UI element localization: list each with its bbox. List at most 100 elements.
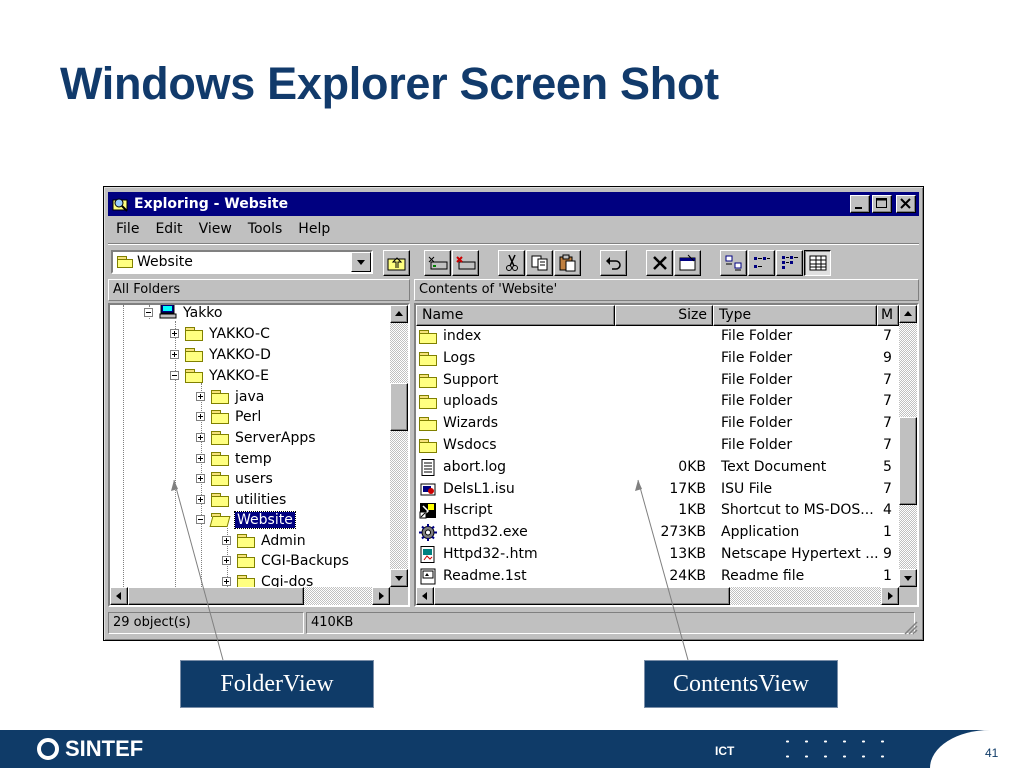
address-combobox[interactable]: Website — [111, 250, 373, 274]
file-type: Netscape Hypertext ... — [721, 546, 879, 562]
column-size-header[interactable]: Size — [615, 305, 713, 326]
expand-icon[interactable] — [196, 433, 205, 442]
collapse-icon[interactable] — [170, 371, 179, 380]
tree-item-temp[interactable]: temp — [196, 448, 272, 469]
file-row[interactable]: Httpd32-.htm 13KB Netscape Hypertext ... 9 — [416, 544, 896, 565]
scroll-thumb[interactable] — [128, 587, 304, 605]
scroll-left-button[interactable] — [416, 587, 434, 605]
scroll-down-button[interactable] — [390, 569, 408, 587]
menu-view[interactable]: View — [191, 221, 240, 237]
properties-button[interactable] — [674, 250, 701, 276]
tree-item-yakko[interactable]: Yakko — [144, 305, 222, 323]
small-icons-button[interactable] — [748, 250, 775, 276]
footer-brand: SINTEF — [65, 736, 144, 761]
collapse-icon[interactable] — [196, 515, 205, 524]
expand-icon[interactable] — [196, 474, 205, 483]
file-row[interactable]: Logs File Folder 9 — [416, 348, 896, 369]
expand-icon[interactable] — [196, 495, 205, 504]
file-row[interactable]: Wizards File Folder 7 — [416, 413, 896, 434]
collapse-icon[interactable] — [144, 308, 153, 317]
contents-vertical-scrollbar[interactable] — [899, 305, 917, 587]
disconnect-drive-icon — [455, 256, 475, 270]
column-type-header[interactable]: Type — [713, 305, 877, 326]
tree-item-admin[interactable]: Admin — [222, 530, 306, 551]
file-row[interactable]: Support File Folder 7 — [416, 370, 896, 391]
file-row[interactable]: DelsL1.isu 17KB ISU File 7 — [416, 479, 896, 500]
file-row[interactable]: Wsdocs File Folder 7 — [416, 435, 896, 456]
resize-grip-icon[interactable] — [904, 621, 918, 635]
undo-icon — [605, 257, 621, 270]
list-button[interactable] — [776, 250, 803, 276]
tree-item-cgi-backups[interactable]: CGI-Backups — [222, 550, 349, 571]
tree-item-java[interactable]: java — [196, 386, 264, 407]
scroll-up-button[interactable] — [390, 305, 408, 323]
disconnect-drive-button[interactable] — [452, 250, 479, 276]
tree-item-website[interactable]: Website — [196, 509, 296, 530]
tree-item-perl[interactable]: Perl — [196, 406, 261, 427]
menu-tools[interactable]: Tools — [240, 221, 291, 237]
cut-button[interactable] — [498, 250, 525, 276]
copy-button[interactable] — [526, 250, 553, 276]
file-row[interactable]: abort.log 0KB Text Document 5 — [416, 457, 896, 478]
isu-file-icon — [419, 481, 437, 498]
maximize-button[interactable] — [872, 195, 892, 213]
scroll-thumb[interactable] — [434, 587, 730, 605]
tree-item-users[interactable]: users — [196, 468, 273, 489]
details-button[interactable] — [804, 250, 831, 276]
file-type: Shortcut to MS-DOS... — [721, 502, 874, 519]
scroll-thumb[interactable] — [899, 417, 917, 505]
tree-horizontal-scrollbar[interactable] — [110, 587, 390, 605]
expand-icon[interactable] — [222, 577, 231, 586]
contents-horizontal-scrollbar[interactable] — [416, 587, 899, 605]
tree-item-serverapps[interactable]: ServerApps — [196, 427, 316, 448]
file-name: Wizards — [443, 415, 499, 432]
tree-item-yakko-c[interactable]: YAKKO-C — [170, 323, 270, 344]
tree-label: java — [235, 388, 265, 405]
scroll-down-button[interactable] — [899, 569, 917, 587]
file-row[interactable]: httpd32.exe 273KB Application 1 — [416, 522, 896, 543]
tree-item-yakko-e[interactable]: YAKKO-E — [170, 365, 269, 386]
scroll-left-button[interactable] — [110, 587, 128, 605]
file-row[interactable]: Readme.1st 24KB Readme file 1 — [416, 566, 896, 587]
large-icons-button[interactable] — [720, 250, 747, 276]
file-name: Logs — [443, 349, 476, 366]
menu-help[interactable]: Help — [290, 221, 338, 237]
address-dropdown-button[interactable] — [351, 252, 371, 272]
menu-edit[interactable]: Edit — [147, 221, 190, 237]
undo-button[interactable] — [600, 250, 627, 276]
file-row[interactable]: uploads File Folder 7 — [416, 391, 896, 412]
tree-item-utilities[interactable]: utilities — [196, 489, 286, 510]
scroll-right-button[interactable] — [372, 587, 390, 605]
folderview-callout: FolderView — [180, 660, 374, 708]
window-title: Exploring - Website — [134, 196, 289, 212]
up-folder-button[interactable] — [383, 250, 410, 276]
menu-file[interactable]: File — [108, 221, 147, 237]
slide-title: Windows Explorer Screen Shot — [60, 58, 719, 109]
tree-item-yakko-d[interactable]: YAKKO-D — [170, 344, 271, 365]
map-drive-button[interactable] — [424, 250, 451, 276]
delete-button[interactable] — [646, 250, 673, 276]
folder-icon — [211, 492, 229, 507]
paste-button[interactable] — [554, 250, 581, 276]
tree-label: Perl — [235, 408, 262, 425]
file-size: 273KB — [660, 524, 706, 541]
expand-icon[interactable] — [170, 329, 179, 338]
scroll-thumb[interactable] — [390, 383, 408, 431]
window-titlebar[interactable]: Exploring - Website — [108, 192, 919, 216]
expand-icon[interactable] — [170, 350, 179, 359]
scroll-up-button[interactable] — [899, 305, 917, 323]
expand-icon[interactable] — [196, 392, 205, 401]
file-type: Application — [721, 524, 800, 541]
file-row[interactable]: index File Folder 7 — [416, 326, 896, 347]
tree-vertical-scrollbar[interactable] — [390, 305, 408, 587]
column-name-header[interactable]: Name — [416, 305, 615, 326]
minimize-button[interactable] — [850, 195, 870, 213]
expand-icon[interactable] — [222, 556, 231, 565]
column-modified-header[interactable]: M — [877, 305, 899, 326]
expand-icon[interactable] — [222, 536, 231, 545]
file-row[interactable]: Hscript 1KB Shortcut to MS-DOS... 4 — [416, 500, 896, 521]
close-button[interactable] — [896, 195, 916, 213]
expand-icon[interactable] — [196, 412, 205, 421]
scroll-right-button[interactable] — [881, 587, 899, 605]
expand-icon[interactable] — [196, 454, 205, 463]
